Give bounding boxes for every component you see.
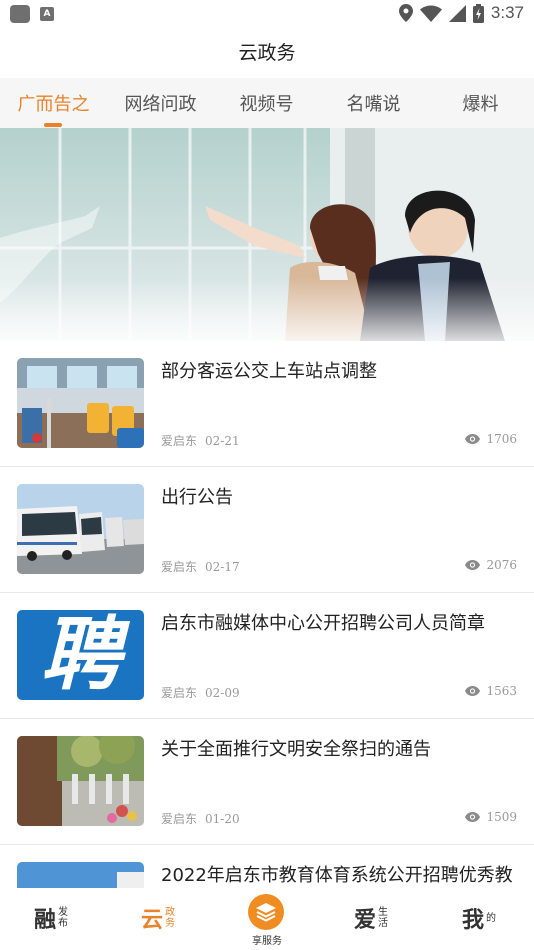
banner-image[interactable] (0, 128, 534, 341)
xiang-fuwu-label[interactable]: 享服务 (236, 932, 298, 947)
xiang-fuwu-button[interactable] (248, 894, 284, 930)
recruit-character: 聘 (40, 610, 121, 700)
status-bar: A 3:37 (0, 0, 534, 28)
nav-ai-glyph: 爱 (354, 908, 377, 933)
news-source: 爱启东 (161, 560, 198, 574)
news-title[interactable]: 部分客运公交上车站点调整 (161, 360, 521, 384)
news-date: 02-09 (205, 686, 240, 700)
view-count: 1706 (486, 432, 517, 446)
news-meta: 爱启东 01-20 (161, 810, 240, 827)
news-thumbnail (17, 484, 144, 574)
nav-yun-label: 政务 (165, 907, 176, 929)
news-meta: 爱启东 02-17 (161, 558, 240, 575)
eye-icon (465, 812, 481, 822)
news-list: 部分客运公交上车站点调整 爱启东 02-21 1706 出行公告 爱启东 02-… (0, 341, 534, 950)
news-title[interactable]: 2022年启东市教育体育系统公开招聘优秀教 (161, 864, 521, 888)
news-title[interactable]: 出行公告 (161, 486, 521, 510)
wifi-icon (419, 5, 442, 22)
stack-layers-icon (256, 903, 276, 922)
eye-icon (465, 434, 481, 444)
eye-icon (465, 560, 481, 570)
news-meta: 爱启东 02-21 (161, 432, 240, 449)
keyboard-icon: A (40, 7, 54, 21)
view-count: 1563 (486, 684, 517, 698)
nav-yun-glyph: 云 (141, 908, 164, 933)
tab-bao-liao[interactable]: 爆料 (427, 90, 534, 116)
bottom-nav: 融 发布 云 政务 享服务 爱 生活 我 的 (0, 888, 534, 950)
news-views: 1563 (465, 684, 517, 698)
news-title[interactable]: 启东市融媒体中心公开招聘公司人员简章 (161, 612, 521, 636)
active-tab-indicator (44, 123, 62, 127)
location-icon (398, 4, 413, 22)
news-date: 02-17 (205, 560, 240, 574)
nav-rong-label: 发布 (58, 907, 69, 929)
nav-ai-label: 生活 (378, 907, 389, 929)
battery-icon (472, 3, 484, 23)
tab-guang-er-gao-zhi[interactable]: 广而告之 (0, 90, 107, 116)
view-count: 1509 (486, 810, 517, 824)
nav-rong-fabu[interactable]: 融 发布 (34, 902, 69, 934)
notification-icon (10, 5, 30, 23)
nav-rong-glyph: 融 (34, 908, 57, 933)
news-views: 1509 (465, 810, 517, 824)
nav-yun-zhengwu[interactable]: 云 政务 (141, 902, 176, 934)
nav-ai-shenghuo[interactable]: 爱 生活 (354, 902, 389, 934)
news-source: 爱启东 (161, 686, 198, 700)
view-count: 2076 (486, 558, 517, 572)
news-thumbnail: 聘 (17, 610, 144, 700)
news-source: 爱启东 (161, 812, 198, 826)
signal-icon (448, 4, 466, 22)
eye-icon (465, 686, 481, 696)
news-item[interactable]: 聘 启东市融媒体中心公开招聘公司人员简章 爱启东 02-09 1563 (0, 593, 534, 719)
tab-shi-pin-hao[interactable]: 视频号 (213, 90, 320, 116)
tab-ming-zui-shuo[interactable]: 名嘴说 (320, 90, 427, 116)
news-item[interactable]: 部分客运公交上车站点调整 爱启东 02-21 1706 (0, 341, 534, 467)
page-title: 云政务 (238, 42, 296, 64)
news-thumbnail (17, 736, 144, 826)
news-views: 1706 (465, 432, 517, 446)
news-title[interactable]: 关于全面推行文明安全祭扫的通告 (161, 738, 521, 762)
nav-wo-de[interactable]: 我 的 (462, 902, 497, 934)
tab-wang-luo-wen-zheng[interactable]: 网络问政 (107, 90, 214, 116)
channel-tabs: 广而告之 网络问政 视频号 名嘴说 爆料 (0, 78, 534, 128)
news-item[interactable]: 出行公告 爱启东 02-17 2076 (0, 467, 534, 593)
news-item[interactable]: 关于全面推行文明安全祭扫的通告 爱启东 01-20 1509 (0, 719, 534, 845)
nav-wo-label: 的 (486, 912, 497, 924)
news-views: 2076 (465, 558, 517, 572)
news-date: 02-21 (205, 434, 240, 448)
news-source: 爱启东 (161, 434, 198, 448)
news-meta: 爱启东 02-09 (161, 684, 240, 701)
news-thumbnail (17, 358, 144, 448)
status-time: 3:37 (490, 3, 524, 22)
news-date: 01-20 (205, 812, 240, 826)
nav-wo-glyph: 我 (462, 908, 485, 933)
